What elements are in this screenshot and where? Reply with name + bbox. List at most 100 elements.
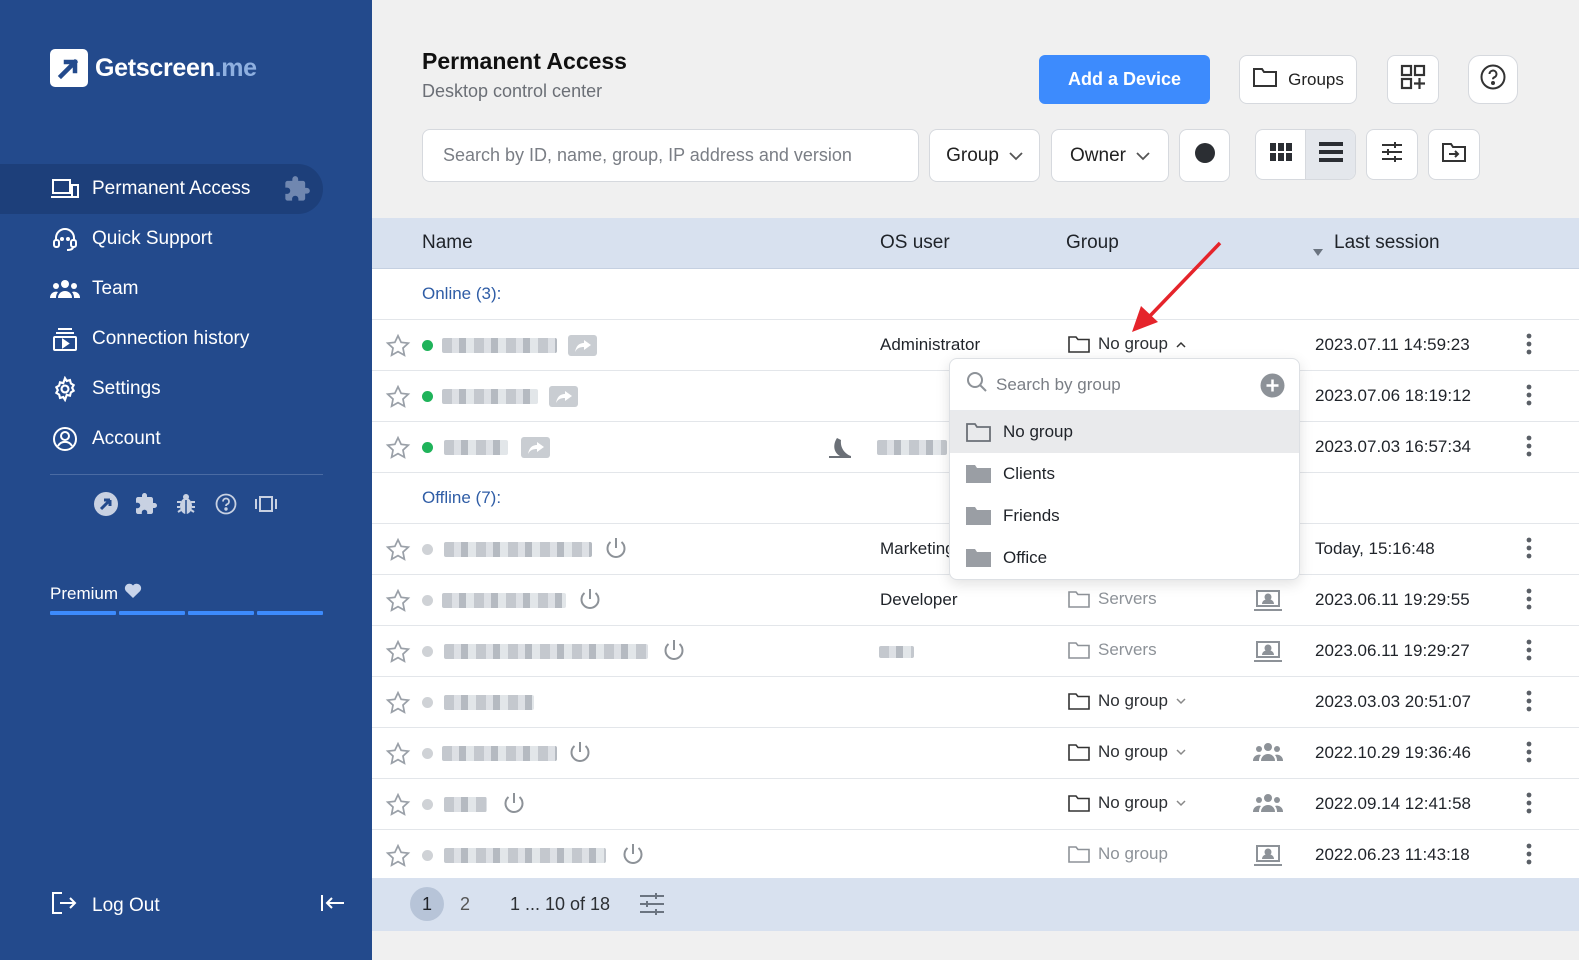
team-icon: [1252, 742, 1284, 767]
getscreen-app-icon[interactable]: [93, 491, 119, 517]
search-input[interactable]: Search by ID, name, group, IP address an…: [422, 129, 919, 182]
os-user-redacted: [879, 646, 914, 658]
status-filter-button[interactable]: [1179, 129, 1230, 182]
star-icon[interactable]: [385, 333, 411, 364]
table-row[interactable]: No group 2022.06.23 11:43:18: [372, 830, 1579, 881]
heart-icon: [124, 583, 142, 604]
group-search-input[interactable]: Search by group: [950, 359, 1299, 411]
more-icon[interactable]: [1526, 690, 1532, 717]
folder-icon: [1068, 795, 1090, 812]
carousel-icon[interactable]: [253, 491, 279, 517]
star-icon[interactable]: [385, 690, 411, 721]
puzzle-icon[interactable]: [283, 175, 311, 209]
col-name[interactable]: Name: [422, 232, 473, 254]
star-icon[interactable]: [385, 537, 411, 568]
power-icon[interactable]: [604, 536, 628, 567]
sidebar-item-label: Connection history: [92, 328, 250, 349]
star-icon[interactable]: [385, 843, 411, 874]
sidebar-nav: Permanent Access Quick Support Team Conn…: [0, 164, 372, 464]
more-icon[interactable]: [1526, 792, 1532, 819]
brand-logo[interactable]: Getscreen.me: [50, 49, 257, 87]
power-icon[interactable]: [662, 638, 686, 669]
more-icon[interactable]: [1526, 384, 1532, 411]
page-size-settings-icon[interactable]: [639, 892, 665, 921]
star-icon[interactable]: [385, 435, 411, 466]
columns-settings-button[interactable]: [1366, 129, 1418, 180]
group-filter-dropdown[interactable]: Group: [929, 129, 1040, 182]
group-option-office[interactable]: Office: [950, 537, 1299, 579]
group-option-no-group[interactable]: No group: [950, 411, 1299, 453]
group-selector[interactable]: No group: [1068, 742, 1186, 762]
share-icon[interactable]: [521, 437, 550, 458]
sidebar-item-connection-history[interactable]: Connection history: [0, 314, 372, 364]
last-session: 2022.10.29 19:36:46: [1315, 743, 1471, 762]
qr-add-button[interactable]: [1387, 55, 1439, 104]
star-icon[interactable]: [385, 741, 411, 772]
share-icon[interactable]: [568, 335, 597, 356]
page-title: Permanent Access: [422, 48, 627, 74]
list-view-button[interactable]: [1305, 130, 1355, 179]
table-row[interactable]: Developer Servers 2023.06.11 19:29:55: [372, 575, 1579, 626]
puzzle-icon[interactable]: [133, 491, 159, 517]
table-row[interactable]: Servers 2023.06.11 19:29:27: [372, 626, 1579, 677]
device-name-redacted: [442, 389, 538, 404]
add-device-button[interactable]: Add a Device: [1039, 55, 1210, 104]
plan-badge[interactable]: Premium: [50, 583, 142, 604]
group-label: Servers: [1068, 640, 1157, 660]
chevron-down-icon: [1176, 697, 1186, 704]
logout-button[interactable]: Log Out: [50, 890, 160, 922]
add-group-icon[interactable]: [1260, 373, 1285, 403]
page-1-button[interactable]: 1: [410, 887, 444, 921]
sidebar-item-quick-support[interactable]: Quick Support: [0, 214, 372, 264]
power-icon[interactable]: [568, 740, 592, 771]
help-button[interactable]: [1468, 55, 1518, 104]
table-row[interactable]: No group 2023.03.03 20:51:07: [372, 677, 1579, 728]
sidebar-item-label: Team: [92, 278, 139, 299]
table-row[interactable]: No group 2022.10.29 19:36:46: [372, 728, 1579, 779]
sidebar-item-permanent-access[interactable]: Permanent Access: [0, 164, 323, 214]
star-icon[interactable]: [385, 639, 411, 670]
more-icon[interactable]: [1526, 537, 1532, 564]
power-icon[interactable]: [621, 842, 645, 873]
devices-icon: [50, 176, 80, 202]
help-icon[interactable]: [213, 491, 239, 517]
power-icon[interactable]: [578, 587, 602, 618]
more-icon[interactable]: [1526, 639, 1532, 666]
more-icon[interactable]: [1526, 843, 1532, 870]
col-last-session[interactable]: Last session: [1334, 232, 1440, 254]
sidebar-item-settings[interactable]: Settings: [0, 364, 372, 414]
power-icon[interactable]: [502, 791, 526, 822]
group-option-clients[interactable]: Clients: [950, 453, 1299, 495]
star-icon[interactable]: [385, 792, 411, 823]
collapse-sidebar-icon[interactable]: [318, 890, 346, 921]
move-to-folder-button[interactable]: [1428, 129, 1480, 180]
col-os-user[interactable]: OS user: [880, 232, 950, 254]
group-option-friends[interactable]: Friends: [950, 495, 1299, 537]
more-icon[interactable]: [1526, 333, 1532, 360]
more-icon[interactable]: [1526, 588, 1532, 615]
star-icon[interactable]: [385, 588, 411, 619]
group-filter-label: Group: [946, 144, 999, 166]
logout-label: Log Out: [92, 895, 160, 916]
group-name: No group: [1098, 844, 1168, 863]
table-row[interactable]: No group 2022.09.14 12:41:58: [372, 779, 1579, 830]
online-group-header[interactable]: Online (3):: [372, 269, 1579, 320]
page-2-button[interactable]: 2: [448, 887, 482, 921]
more-icon[interactable]: [1526, 741, 1532, 768]
group-selector[interactable]: No group: [1068, 793, 1186, 813]
sidebar-divider: [50, 474, 323, 475]
grid-view-button[interactable]: [1256, 130, 1305, 179]
sidebar-tools: [93, 491, 279, 517]
col-group[interactable]: Group: [1066, 232, 1119, 254]
star-icon[interactable]: [385, 384, 411, 415]
bug-icon[interactable]: [173, 491, 199, 517]
owner-filter-dropdown[interactable]: Owner: [1051, 129, 1169, 182]
sidebar-item-account[interactable]: Account: [0, 414, 372, 464]
group-name: No group: [1098, 742, 1168, 761]
laptop-user-icon: [1253, 844, 1283, 873]
group-selector[interactable]: No group: [1068, 691, 1186, 711]
sidebar-item-team[interactable]: Team: [0, 264, 372, 314]
more-icon[interactable]: [1526, 435, 1532, 462]
share-icon[interactable]: [549, 386, 578, 407]
groups-button[interactable]: Groups: [1239, 55, 1357, 104]
